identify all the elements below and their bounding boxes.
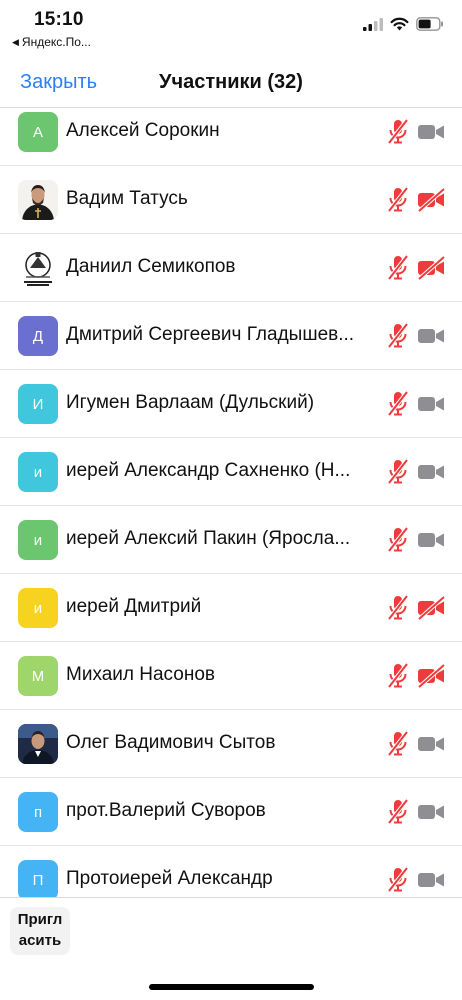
participant-name: прот.Валерий Суворов	[66, 800, 266, 821]
participant-name: иерей Александр Сахненко (Н...	[66, 460, 351, 481]
avatar-initial: И	[32, 395, 44, 413]
avatar: М	[18, 656, 58, 696]
video-camera-icon	[416, 120, 446, 144]
video-camera-icon	[416, 460, 446, 484]
video-camera-icon	[416, 392, 446, 416]
avatar-initial: П	[32, 871, 44, 889]
avatar-initial: п	[33, 803, 43, 821]
avatar: и	[18, 452, 58, 492]
invite-button[interactable]: Пригл асить	[10, 907, 70, 955]
participant-row[interactable]: Д Дмитрий Сергеевич Гладышев...	[0, 302, 462, 370]
muted-microphone-icon	[386, 594, 410, 622]
muted-microphone-icon	[386, 798, 410, 826]
back-triangle-icon: ◀	[12, 36, 19, 47]
video-camera-icon	[416, 528, 446, 552]
wifi-icon	[390, 17, 409, 31]
video-camera-icon	[416, 800, 446, 824]
back-app-label: Яндекс.По...	[21, 35, 91, 49]
video-off-icon	[416, 255, 446, 281]
participant-row[interactable]: п прот.Валерий Суворов	[0, 778, 462, 846]
avatar-initial: М	[31, 667, 45, 685]
page-title: Участники (32)	[159, 71, 303, 93]
participant-row[interactable]: и иерей Дмитрий	[0, 574, 462, 642]
participant-name: Игумен Варлаам (Дульский)	[66, 392, 315, 413]
avatar-initial: Д	[32, 327, 44, 345]
participant-row[interactable]: М Михаил Насонов	[0, 642, 462, 710]
muted-microphone-icon	[386, 458, 410, 486]
avatar-initial: А	[32, 123, 43, 141]
status-bar: 15:10 ◀ Яндекс.По...	[0, 0, 462, 58]
avatar: и	[18, 520, 58, 560]
battery-icon	[416, 17, 443, 31]
participant-row[interactable]: и иерей Александр Сахненко (Н...	[0, 438, 462, 506]
avatar-initial: и	[33, 531, 43, 549]
home-indicator	[149, 984, 314, 990]
muted-microphone-icon	[386, 254, 410, 282]
avatar-person-photo-icon	[18, 724, 58, 764]
muted-microphone-icon	[386, 730, 410, 758]
participant-name: Алексей Сорокин	[66, 120, 220, 141]
avatar-emblem-logo-icon	[18, 248, 58, 288]
participant-list[interactable]: А Алексей Сорокин Вадим Татусь Даниил Семик…	[0, 100, 462, 900]
muted-microphone-icon	[386, 866, 410, 894]
participant-row[interactable]: А Алексей Сорокин	[0, 100, 462, 166]
participant-name: Протоиерей Александр	[66, 868, 273, 889]
muted-microphone-icon	[386, 390, 410, 418]
muted-microphone-icon	[386, 186, 410, 214]
avatar: И	[18, 384, 58, 424]
participant-name: Олег Вадимович Сытов	[66, 732, 276, 753]
avatar: п	[18, 792, 58, 832]
participant-name: иерей Алексий Пакин (Яросла...	[66, 528, 351, 549]
muted-microphone-icon	[386, 322, 410, 350]
video-off-icon	[416, 187, 446, 213]
muted-microphone-icon	[386, 662, 410, 690]
avatar: П	[18, 860, 58, 900]
video-off-icon	[416, 663, 446, 689]
participant-name: Дмитрий Сергеевич Гладышев...	[66, 324, 355, 345]
avatar: Д	[18, 316, 58, 356]
participant-name: Вадим Татусь	[66, 188, 188, 209]
participant-row[interactable]: Даниил Семикопов	[0, 234, 462, 302]
avatar: и	[18, 588, 58, 628]
participant-name: Даниил Семикопов	[66, 256, 236, 277]
video-camera-icon	[416, 732, 446, 756]
status-time: 15:10	[34, 9, 84, 30]
bottom-toolbar: Пригл асить	[0, 897, 462, 1000]
avatar: А	[18, 112, 58, 152]
participant-row[interactable]: Олег Вадимович Сытов	[0, 710, 462, 778]
avatar-priest-photo-icon	[18, 180, 58, 220]
participant-row[interactable]: П Протоиерей Александр	[0, 846, 462, 900]
muted-microphone-icon	[386, 118, 410, 146]
system-icons	[363, 17, 444, 31]
muted-microphone-icon	[386, 526, 410, 554]
video-off-icon	[416, 595, 446, 621]
back-to-app-link[interactable]: ◀ Яндекс.По...	[12, 35, 91, 49]
cellular-signal-icon	[363, 17, 383, 31]
participant-row[interactable]: И Игумен Варлаам (Дульский)	[0, 370, 462, 438]
participant-row[interactable]: Вадим Татусь	[0, 166, 462, 234]
avatar-initial: и	[33, 463, 43, 481]
participant-name: иерей Дмитрий	[66, 596, 202, 617]
avatar-initial: и	[33, 599, 43, 617]
participant-row[interactable]: и иерей Алексий Пакин (Яросла...	[0, 506, 462, 574]
video-camera-icon	[416, 868, 446, 892]
participant-name: Михаил Насонов	[66, 664, 215, 685]
video-camera-icon	[416, 324, 446, 348]
